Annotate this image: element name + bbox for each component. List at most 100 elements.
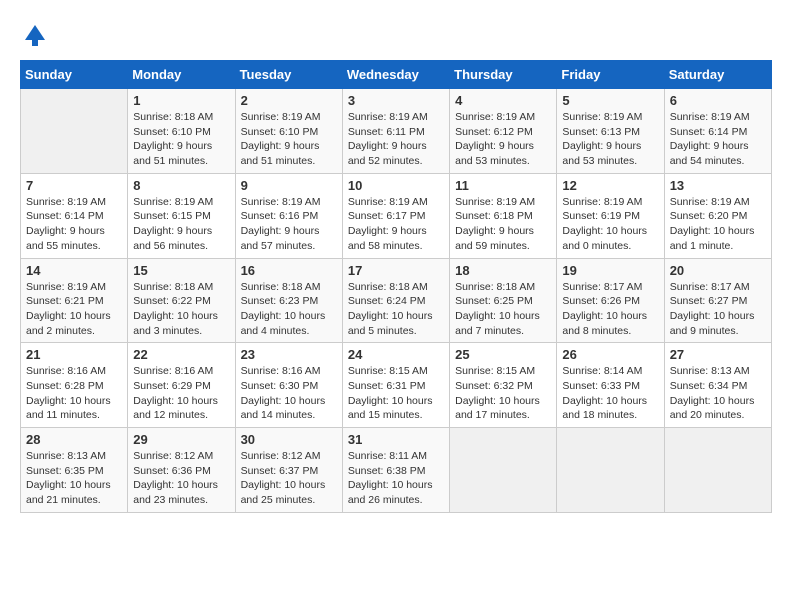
calendar-cell: 20 Sunrise: 8:17 AMSunset: 6:27 PMDayligh… bbox=[664, 258, 771, 343]
calendar-cell: 3 Sunrise: 8:19 AMSunset: 6:11 PMDaylight… bbox=[342, 89, 449, 174]
calendar-cell: 8 Sunrise: 8:19 AMSunset: 6:15 PMDaylight… bbox=[128, 173, 235, 258]
day-info: Sunrise: 8:18 AMSunset: 6:25 PMDaylight:… bbox=[455, 280, 551, 339]
calendar-week-row: 21 Sunrise: 8:16 AMSunset: 6:28 PMDayligh… bbox=[21, 343, 772, 428]
day-info: Sunrise: 8:19 AMSunset: 6:18 PMDaylight:… bbox=[455, 195, 551, 254]
calendar-table: SundayMondayTuesdayWednesdayThursdayFrid… bbox=[20, 60, 772, 513]
day-info: Sunrise: 8:13 AMSunset: 6:34 PMDaylight:… bbox=[670, 364, 766, 423]
day-info: Sunrise: 8:11 AMSunset: 6:38 PMDaylight:… bbox=[348, 449, 444, 508]
calendar-cell: 9Sunrise: 8:19 AMSunset: 6:16 PMDaylight… bbox=[235, 173, 342, 258]
weekday-header-wednesday: Wednesday bbox=[342, 61, 449, 89]
day-info: Sunrise: 8:18 AMSunset: 6:23 PMDaylight:… bbox=[241, 280, 337, 339]
calendar-cell: 6 Sunrise: 8:19 AMSunset: 6:14 PMDaylight… bbox=[664, 89, 771, 174]
calendar-cell: 21 Sunrise: 8:16 AMSunset: 6:28 PMDayligh… bbox=[21, 343, 128, 428]
calendar-cell: 28 Sunrise: 8:13 AMSunset: 6:35 PMDayligh… bbox=[21, 428, 128, 513]
day-info: Sunrise: 8:17 AMSunset: 6:26 PMDaylight:… bbox=[562, 280, 658, 339]
day-number: 4 bbox=[455, 93, 551, 108]
calendar-cell: 12Sunrise: 8:19 AMSunset: 6:19 PMDayligh… bbox=[557, 173, 664, 258]
calendar-cell: 25 Sunrise: 8:15 AMSunset: 6:32 PMDayligh… bbox=[450, 343, 557, 428]
calendar-cell: 11 Sunrise: 8:19 AMSunset: 6:18 PMDayligh… bbox=[450, 173, 557, 258]
day-number: 26 bbox=[562, 347, 658, 362]
day-info: Sunrise: 8:19 AMSunset: 6:16 PMDaylight:… bbox=[241, 195, 337, 254]
calendar-cell: 31Sunrise: 8:11 AMSunset: 6:38 PMDayligh… bbox=[342, 428, 449, 513]
day-number: 23 bbox=[241, 347, 337, 362]
day-number: 10 bbox=[348, 178, 444, 193]
day-number: 28 bbox=[26, 432, 122, 447]
day-info: Sunrise: 8:15 AMSunset: 6:32 PMDaylight:… bbox=[455, 364, 551, 423]
weekday-header-thursday: Thursday bbox=[450, 61, 557, 89]
calendar-cell: 14 Sunrise: 8:19 AMSunset: 6:21 PMDayligh… bbox=[21, 258, 128, 343]
calendar-week-row: 28 Sunrise: 8:13 AMSunset: 6:35 PMDayligh… bbox=[21, 428, 772, 513]
calendar-week-row: 1 Sunrise: 8:18 AMSunset: 6:10 PMDaylight… bbox=[21, 89, 772, 174]
day-number: 11 bbox=[455, 178, 551, 193]
day-number: 1 bbox=[133, 93, 229, 108]
day-info: Sunrise: 8:19 AMSunset: 6:14 PMDaylight:… bbox=[670, 110, 766, 169]
day-number: 22 bbox=[133, 347, 229, 362]
calendar-cell: 7 Sunrise: 8:19 AMSunset: 6:14 PMDaylight… bbox=[21, 173, 128, 258]
day-number: 20 bbox=[670, 263, 766, 278]
calendar-cell: 17Sunrise: 8:18 AMSunset: 6:24 PMDayligh… bbox=[342, 258, 449, 343]
day-info: Sunrise: 8:19 AMSunset: 6:20 PMDaylight:… bbox=[670, 195, 766, 254]
day-info: Sunrise: 8:18 AMSunset: 6:22 PMDaylight:… bbox=[133, 280, 229, 339]
day-info: Sunrise: 8:13 AMSunset: 6:35 PMDaylight:… bbox=[26, 449, 122, 508]
weekday-header-sunday: Sunday bbox=[21, 61, 128, 89]
day-number: 12 bbox=[562, 178, 658, 193]
calendar-cell: 13 Sunrise: 8:19 AMSunset: 6:20 PMDayligh… bbox=[664, 173, 771, 258]
calendar-cell bbox=[21, 89, 128, 174]
calendar-cell: 23Sunrise: 8:16 AMSunset: 6:30 PMDayligh… bbox=[235, 343, 342, 428]
calendar-cell: 2 Sunrise: 8:19 AMSunset: 6:10 PMDaylight… bbox=[235, 89, 342, 174]
day-info: Sunrise: 8:19 AMSunset: 6:17 PMDaylight:… bbox=[348, 195, 444, 254]
day-number: 17 bbox=[348, 263, 444, 278]
day-number: 21 bbox=[26, 347, 122, 362]
day-info: Sunrise: 8:19 AMSunset: 6:14 PMDaylight:… bbox=[26, 195, 122, 254]
logo bbox=[20, 20, 52, 50]
day-info: Sunrise: 8:19 AMSunset: 6:15 PMDaylight:… bbox=[133, 195, 229, 254]
day-number: 30 bbox=[241, 432, 337, 447]
day-info: Sunrise: 8:19 AMSunset: 6:12 PMDaylight:… bbox=[455, 110, 551, 169]
calendar-cell bbox=[450, 428, 557, 513]
calendar-cell: 26 Sunrise: 8:14 AMSunset: 6:33 PMDayligh… bbox=[557, 343, 664, 428]
calendar-header-row: SundayMondayTuesdayWednesdayThursdayFrid… bbox=[21, 61, 772, 89]
calendar-cell: 10 Sunrise: 8:19 AMSunset: 6:17 PMDayligh… bbox=[342, 173, 449, 258]
calendar-cell: 27 Sunrise: 8:13 AMSunset: 6:34 PMDayligh… bbox=[664, 343, 771, 428]
day-number: 14 bbox=[26, 263, 122, 278]
calendar-cell bbox=[557, 428, 664, 513]
day-info: Sunrise: 8:14 AMSunset: 6:33 PMDaylight:… bbox=[562, 364, 658, 423]
calendar-cell: 1 Sunrise: 8:18 AMSunset: 6:10 PMDaylight… bbox=[128, 89, 235, 174]
weekday-header-tuesday: Tuesday bbox=[235, 61, 342, 89]
day-info: Sunrise: 8:19 AMSunset: 6:10 PMDaylight:… bbox=[241, 110, 337, 169]
day-number: 2 bbox=[241, 93, 337, 108]
page-header bbox=[20, 20, 772, 50]
day-number: 27 bbox=[670, 347, 766, 362]
day-info: Sunrise: 8:17 AMSunset: 6:27 PMDaylight:… bbox=[670, 280, 766, 339]
day-number: 6 bbox=[670, 93, 766, 108]
calendar-cell: 4 Sunrise: 8:19 AMSunset: 6:12 PMDaylight… bbox=[450, 89, 557, 174]
day-number: 3 bbox=[348, 93, 444, 108]
calendar-cell: 18 Sunrise: 8:18 AMSunset: 6:25 PMDayligh… bbox=[450, 258, 557, 343]
calendar-cell: 16 Sunrise: 8:18 AMSunset: 6:23 PMDayligh… bbox=[235, 258, 342, 343]
calendar-cell: 29Sunrise: 8:12 AMSunset: 6:36 PMDayligh… bbox=[128, 428, 235, 513]
day-info: Sunrise: 8:12 AMSunset: 6:36 PMDaylight:… bbox=[133, 449, 229, 508]
day-info: Sunrise: 8:16 AMSunset: 6:28 PMDaylight:… bbox=[26, 364, 122, 423]
calendar-week-row: 7 Sunrise: 8:19 AMSunset: 6:14 PMDaylight… bbox=[21, 173, 772, 258]
day-number: 5 bbox=[562, 93, 658, 108]
day-info: Sunrise: 8:18 AMSunset: 6:10 PMDaylight:… bbox=[133, 110, 229, 169]
calendar-cell: 30Sunrise: 8:12 AMSunset: 6:37 PMDayligh… bbox=[235, 428, 342, 513]
day-number: 16 bbox=[241, 263, 337, 278]
calendar-cell: 5Sunrise: 8:19 AMSunset: 6:13 PMDaylight… bbox=[557, 89, 664, 174]
day-number: 15 bbox=[133, 263, 229, 278]
day-number: 7 bbox=[26, 178, 122, 193]
logo-icon bbox=[20, 20, 50, 50]
day-number: 18 bbox=[455, 263, 551, 278]
day-number: 8 bbox=[133, 178, 229, 193]
calendar-cell: 19 Sunrise: 8:17 AMSunset: 6:26 PMDayligh… bbox=[557, 258, 664, 343]
weekday-header-friday: Friday bbox=[557, 61, 664, 89]
day-info: Sunrise: 8:19 AMSunset: 6:11 PMDaylight:… bbox=[348, 110, 444, 169]
day-number: 19 bbox=[562, 263, 658, 278]
day-number: 13 bbox=[670, 178, 766, 193]
day-info: Sunrise: 8:15 AMSunset: 6:31 PMDaylight:… bbox=[348, 364, 444, 423]
calendar-week-row: 14 Sunrise: 8:19 AMSunset: 6:21 PMDayligh… bbox=[21, 258, 772, 343]
calendar-cell: 22Sunrise: 8:16 AMSunset: 6:29 PMDayligh… bbox=[128, 343, 235, 428]
day-number: 25 bbox=[455, 347, 551, 362]
day-number: 24 bbox=[348, 347, 444, 362]
day-info: Sunrise: 8:19 AMSunset: 6:21 PMDaylight:… bbox=[26, 280, 122, 339]
